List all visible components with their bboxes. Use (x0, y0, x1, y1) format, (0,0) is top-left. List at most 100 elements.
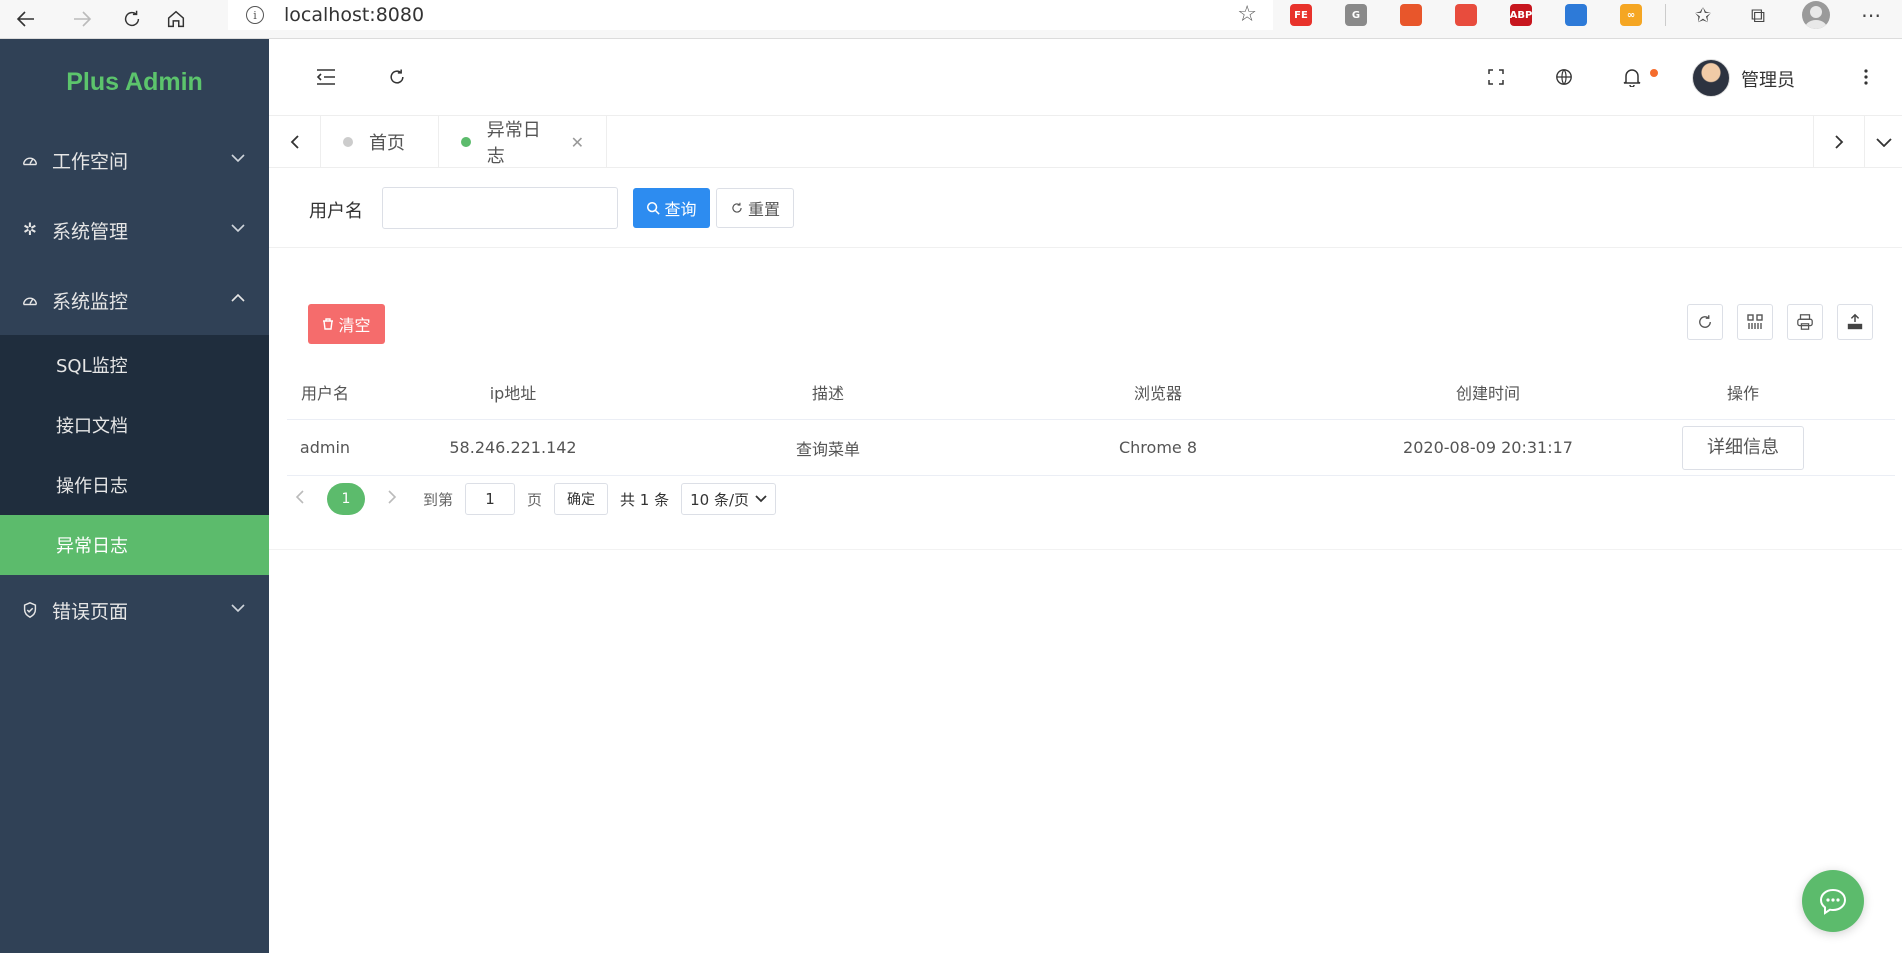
menu-item-error-pages[interactable]: 错误页面 (0, 575, 269, 645)
close-icon[interactable]: ✕ (571, 133, 584, 152)
table-header: 用户名 ip地址 描述 浏览器 创建时间 操作 (287, 364, 1895, 420)
export-icon (1847, 313, 1863, 330)
cell-created-time: 2020-08-09 20:31:17 (1403, 438, 1573, 457)
tab-home[interactable]: 首页 (321, 116, 439, 168)
submenu-item-api-docs[interactable]: 接口文档 (0, 395, 269, 455)
extension-blue-icon[interactable] (1565, 4, 1587, 26)
forward-button[interactable] (56, 0, 108, 39)
tabs-dropdown-button[interactable] (1865, 116, 1902, 168)
app-logo[interactable]: Plus Admin (0, 39, 269, 125)
gear-icon: ✲ (22, 220, 38, 240)
prev-page-icon[interactable] (287, 489, 313, 509)
print-button[interactable] (1787, 304, 1823, 340)
fullscreen-icon[interactable] (1484, 65, 1508, 89)
favorites-icon[interactable]: ✩ (1692, 3, 1714, 27)
submenu-item-exception-log[interactable]: 异常日志 (0, 515, 269, 575)
user-name[interactable]: 管理员 (1741, 66, 1795, 92)
printer-icon (1797, 314, 1813, 330)
menu-item-workspace[interactable]: 工作空间 (0, 125, 269, 195)
reload-icon (124, 10, 140, 27)
back-button[interactable] (0, 0, 52, 39)
table-row: admin 58.246.221.142 查询菜单 Chrome 8 2020-… (287, 420, 1895, 476)
exception-log-table: 用户名 ip地址 描述 浏览器 创建时间 操作 admin 58.246.221… (287, 364, 1895, 476)
clear-button-label: 清空 (338, 316, 371, 335)
adblock-plus-icon[interactable]: ABP (1510, 4, 1532, 26)
grid-icon (1747, 314, 1763, 329)
table-refresh-button[interactable] (1687, 304, 1723, 340)
column-settings-button[interactable] (1737, 304, 1773, 340)
next-page-icon[interactable] (379, 489, 405, 509)
avatar[interactable] (1692, 59, 1730, 97)
fe-extension-icon[interactable]: FE (1290, 4, 1312, 26)
extension-graph-icon[interactable] (1400, 4, 1422, 26)
chevron-down-icon (1875, 138, 1892, 147)
refresh-icon[interactable] (385, 65, 409, 89)
tabs-scroll-left-button[interactable] (269, 116, 321, 168)
tab-status-dot (461, 137, 471, 147)
toolbar-separator (1665, 4, 1666, 26)
reset-button[interactable]: 重置 (716, 188, 794, 228)
arrow-left-icon (16, 11, 34, 27)
chevron-left-icon (290, 135, 299, 149)
column-header-username: 用户名 (300, 383, 349, 403)
page-size-select[interactable]: 10 条/页 (681, 483, 777, 515)
page-unit-label: 页 (527, 490, 543, 509)
home-icon (167, 10, 185, 28)
grammarly-icon[interactable]: G (1345, 4, 1367, 26)
detail-button[interactable]: 详细信息 (1682, 425, 1804, 470)
star-icon[interactable]: ☆ (1237, 2, 1257, 27)
page-number-current[interactable]: 1 (327, 483, 365, 515)
submenu-item-operation-log[interactable]: 操作日志 (0, 455, 269, 515)
arrow-right-icon (74, 11, 92, 27)
goto-confirm-button[interactable]: 确定 (554, 483, 609, 515)
url-text[interactable]: localhost:8080 (284, 4, 424, 26)
chat-icon (1819, 888, 1847, 915)
goto-label: 到第 (423, 490, 454, 509)
reset-button-label: 重置 (747, 200, 780, 219)
tab-status-dot (343, 137, 353, 147)
trash-icon (323, 318, 334, 330)
menu-item-label: 工作空间 (52, 150, 129, 173)
tab-label: 异常日志 (486, 120, 541, 167)
more-vertical-icon[interactable] (1854, 65, 1878, 89)
menu-item-label: 错误页面 (52, 600, 129, 623)
export-button[interactable] (1837, 304, 1873, 340)
divider (269, 549, 1902, 550)
address-bar[interactable]: i localhost:8080 ☆ (228, 0, 1273, 30)
chat-fab-button[interactable] (1802, 870, 1864, 932)
menu-item-system-management[interactable]: ✲ 系统管理 (0, 195, 269, 265)
chevron-down-icon (231, 601, 245, 617)
browser-toolbar: i localhost:8080 ☆ FE G ABP ∞ ✩ ⧉ ⋯ (0, 0, 1902, 39)
query-button[interactable]: 查询 (633, 188, 710, 228)
cell-ip: 58.246.221.142 (449, 438, 577, 457)
tabs-scroll-right-button[interactable] (1813, 116, 1865, 168)
globe-icon[interactable] (1552, 65, 1576, 89)
chevron-down-icon (755, 495, 767, 503)
menu-item-system-monitor[interactable]: 系统监控 (0, 265, 269, 335)
collections-icon[interactable]: ⧉ (1747, 3, 1769, 27)
pagination: 1 到第 1 页 确定 共 1 条 10 条/页 (287, 482, 777, 516)
menu-item-label: 系统管理 (52, 220, 129, 243)
submenu-system-monitor: SQL监控 接口文档 操作日志 异常日志 (0, 335, 269, 575)
column-header-browser: 浏览器 (1133, 383, 1182, 403)
browser-menu-icon[interactable]: ⋯ (1860, 3, 1882, 27)
profile-icon[interactable] (1802, 1, 1830, 29)
extension-box-icon[interactable] (1455, 4, 1477, 26)
refresh-icon (1699, 315, 1711, 328)
tab-exception-log[interactable]: 异常日志 ✕ (439, 116, 607, 168)
goto-page-input[interactable]: 1 (465, 483, 516, 515)
submenu-item-sql-monitor[interactable]: SQL监控 (0, 335, 269, 395)
home-button[interactable] (150, 0, 202, 39)
notification-badge (1650, 69, 1658, 77)
username-search-input[interactable] (382, 187, 618, 229)
clear-button[interactable]: 清空 (308, 304, 385, 344)
sidebar: Plus Admin 工作空间 ✲ 系统管理 系统监控 SQL监控 接口文档 操… (0, 39, 269, 953)
search-icon (647, 201, 661, 215)
menu-collapse-icon[interactable] (314, 65, 338, 89)
info-icon[interactable]: i (246, 6, 264, 24)
extension-infinity-icon[interactable]: ∞ (1620, 4, 1642, 26)
search-form: 用户名 查询 重置 (269, 168, 1902, 248)
cell-username: admin (299, 438, 351, 457)
bell-icon[interactable] (1620, 65, 1644, 89)
dashboard-icon (20, 150, 40, 170)
